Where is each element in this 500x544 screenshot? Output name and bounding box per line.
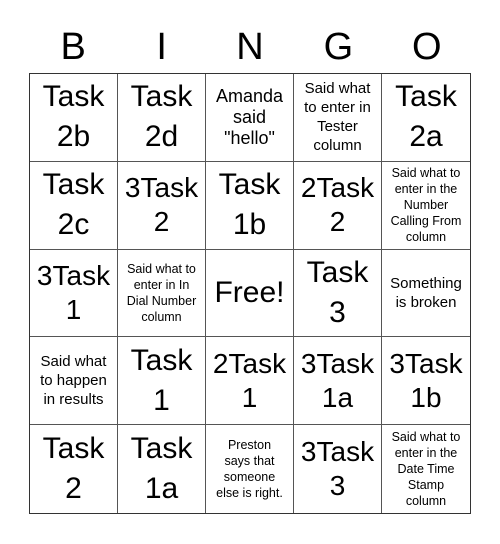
bingo-cell-text: 3Task 2 <box>124 172 199 238</box>
bingo-cell[interactable]: Said what to happen in results <box>30 337 118 426</box>
bingo-cell-text: Said what to enter in In Dial Number col… <box>126 261 197 324</box>
bingo-cell[interactable]: Said what to enter in the Date Time Stam… <box>382 425 470 513</box>
bingo-cell-text: Task 1a <box>130 432 193 506</box>
bingo-cell-text: Task 3 <box>306 255 369 329</box>
bingo-cell[interactable]: 3Task 3 <box>294 425 382 513</box>
bingo-header: B I N G O <box>29 22 471 72</box>
header-letter-g: G <box>323 26 354 68</box>
bingo-cell-text: Amanda said "hello" <box>215 85 284 148</box>
bingo-cell[interactable]: Task 2d <box>118 74 206 162</box>
bingo-cell-text: Task 1 <box>130 343 193 417</box>
header-letter-i: I <box>156 26 167 68</box>
bingo-cell-text: Said what to enter in Tester column <box>304 80 371 155</box>
bingo-cell-text: Preston says that someone else is right. <box>216 438 283 501</box>
bingo-cell-text: Task 1b <box>218 168 281 242</box>
bingo-cell-text: Something is broken <box>390 274 462 311</box>
bingo-cell-text: 2Task 2 <box>300 172 375 238</box>
bingo-cell-text: Free! <box>214 275 285 309</box>
bingo-cell-text: Task 2a <box>395 80 457 154</box>
bingo-cell[interactable]: Task 1a <box>118 425 206 513</box>
bingo-cell-text: Task 2c <box>42 168 105 242</box>
bingo-cell-text: 2Task 1 <box>212 347 287 413</box>
bingo-cell-text: 3Task 3 <box>300 436 375 502</box>
bingo-cell-text: 3Task 1 <box>36 259 111 325</box>
bingo-cell-text: Task 2d <box>130 80 193 154</box>
bingo-cell[interactable]: 3Task 1a <box>294 337 382 426</box>
free-space-cell[interactable]: Free! <box>206 249 294 338</box>
bingo-cell[interactable]: 3Task 2 <box>118 161 206 250</box>
bingo-cell[interactable]: Said what to enter in Tester column <box>294 74 382 162</box>
bingo-cell[interactable]: Task 2b <box>30 74 118 162</box>
bingo-grid: Task 2b Task 2d Amanda said "hello" Said wh… <box>29 73 471 514</box>
header-letter-o: O <box>412 26 442 68</box>
header-letter-n: N <box>236 26 264 68</box>
bingo-cell[interactable]: Said what to enter in In Dial Number col… <box>118 249 206 338</box>
bingo-cell[interactable]: Task 1 <box>118 337 206 426</box>
bingo-cell[interactable]: 2Task 2 <box>294 161 382 250</box>
bingo-cell-text: Said what to enter in the Number Calling… <box>390 166 462 245</box>
header-letter-b: B <box>60 26 86 68</box>
bingo-cell[interactable]: Task 1b <box>206 161 294 250</box>
bingo-cell[interactable]: 3Task 1 <box>30 249 118 338</box>
bingo-cell[interactable]: 2Task 1 <box>206 337 294 426</box>
bingo-cell[interactable]: Task 3 <box>294 249 382 338</box>
bingo-cell[interactable]: Task 2a <box>382 74 470 162</box>
bingo-cell[interactable]: 3Task 1b <box>382 337 470 426</box>
bingo-cell-text: 3Task 1a <box>300 347 375 413</box>
bingo-cell[interactable]: Said what to enter in the Number Calling… <box>382 162 470 250</box>
bingo-cell[interactable]: Something is broken <box>382 250 470 338</box>
bingo-cell-text: Said what to enter in the Date Time Stam… <box>391 430 461 509</box>
bingo-cell[interactable]: Task 2c <box>30 161 118 250</box>
bingo-cell[interactable]: Amanda said "hello" <box>206 74 294 162</box>
bingo-cell[interactable]: Preston says that someone else is right. <box>206 425 294 513</box>
bingo-cell-text: 3Task 1b <box>389 347 463 413</box>
bingo-cell-text: Task 2b <box>42 80 105 154</box>
bingo-cell[interactable]: Task 2 <box>30 425 118 513</box>
bingo-cell-text: Said what to happen in results <box>40 353 107 409</box>
bingo-cell-text: Task 2 <box>42 432 105 506</box>
